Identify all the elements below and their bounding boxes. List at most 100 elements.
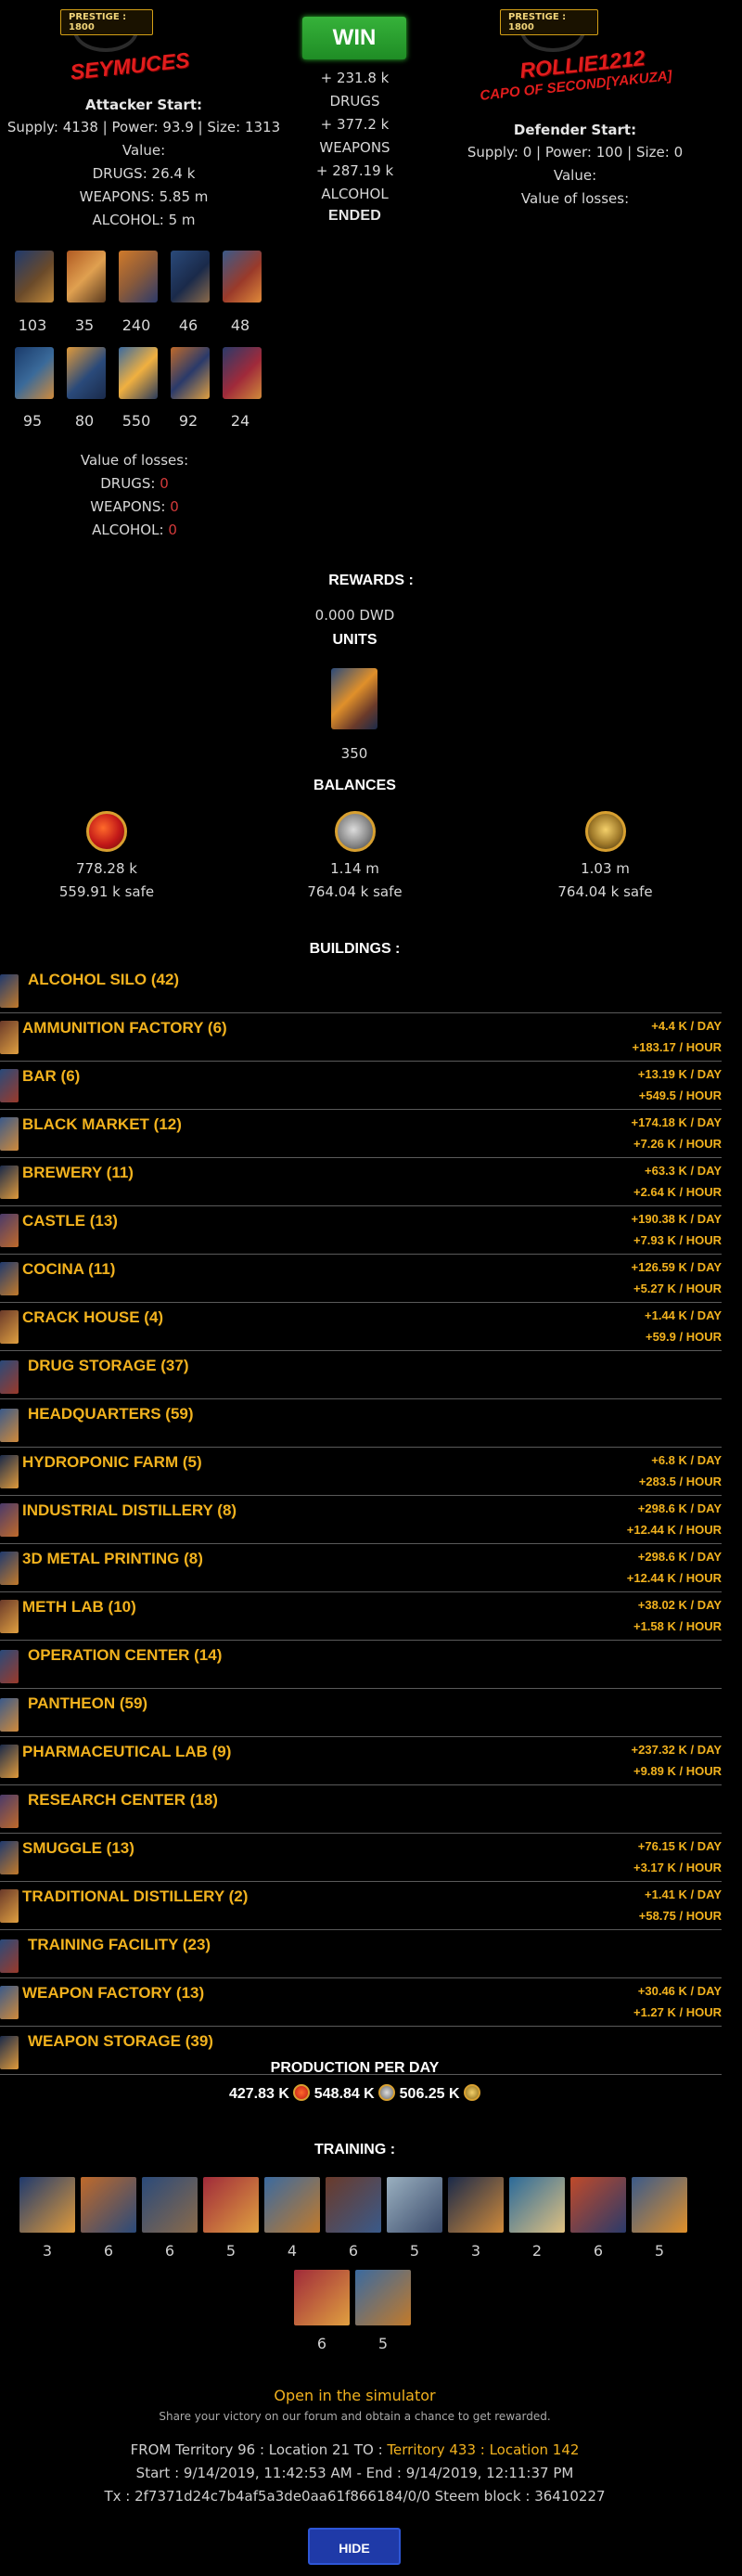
win-button[interactable]: WIN	[302, 17, 406, 59]
training-unit-card[interactable]	[448, 2177, 504, 2233]
building-row[interactable]: COCINA (11) +126.59 K / DAY +5.27 K / HOUR	[0, 1255, 722, 1303]
building-row[interactable]: PHARMACEUTICAL LAB (9) +237.32 K / DAY +9.…	[0, 1737, 722, 1785]
training-unit-count: 5	[377, 2335, 389, 2352]
building-row[interactable]: TRAINING FACILITY (23)	[0, 1930, 722, 1978]
attacker-value-drugs: DRUGS: 26.4 k	[92, 165, 196, 182]
building-name: WEAPON FACTORY (13)	[22, 1984, 205, 2002]
unit-card[interactable]	[223, 347, 262, 399]
building-name: CRACK HOUSE (4)	[22, 1308, 164, 1326]
unit-card[interactable]	[67, 251, 106, 303]
building-production: +126.59 K / DAY +5.27 K / HOUR	[632, 1256, 722, 1299]
building-name: BAR (6)	[22, 1067, 81, 1085]
building-name: BLACK MARKET (12)	[22, 1115, 182, 1133]
unit-card[interactable]	[171, 347, 210, 399]
building-row[interactable]: BLACK MARKET (12) +174.18 K / DAY +7.26 K …	[0, 1110, 722, 1158]
building-name: METH LAB (10)	[22, 1598, 136, 1616]
unit-card[interactable]	[15, 251, 54, 303]
building-name: SMUGGLE (13)	[22, 1839, 134, 1857]
building-row[interactable]: HEADQUARTERS (59)	[0, 1399, 722, 1448]
training-unit-card[interactable]	[509, 2177, 565, 2233]
training-unit-card[interactable]	[203, 2177, 259, 2233]
building-row[interactable]: INDUSTRIAL DISTILLERY (8) +298.6 K / DAY +…	[0, 1496, 722, 1544]
building-production: +38.02 K / DAY +1.58 K / HOUR	[633, 1594, 722, 1637]
building-thumbnail	[0, 1262, 19, 1295]
building-production: +237.32 K / DAY +9.89 K / HOUR	[632, 1739, 722, 1782]
balance-amount: 1.03 m	[581, 860, 630, 877]
building-row[interactable]: HYDROPONIC FARM (5) +6.8 K / DAY +283.5 / …	[0, 1448, 722, 1496]
training-unit-card[interactable]	[81, 2177, 136, 2233]
building-row[interactable]: WEAPON FACTORY (13) +30.46 K / DAY +1.27 K…	[0, 1978, 722, 2027]
building-row[interactable]: CASTLE (13) +190.38 K / DAY +7.93 K / HOUR	[0, 1206, 722, 1255]
training-unit-card[interactable]	[632, 2177, 687, 2233]
training-title: TRAINING :	[313, 2142, 396, 2157]
unit-card[interactable]	[223, 251, 262, 303]
reward-unit-count: 350	[340, 745, 368, 762]
building-row[interactable]: METH LAB (10) +38.02 K / DAY +1.58 K / HOU…	[0, 1592, 722, 1641]
production-per-hour: +58.75 / HOUR	[638, 1909, 722, 1923]
training-unit-card[interactable]	[142, 2177, 198, 2233]
training-unit-card[interactable]	[570, 2177, 626, 2233]
building-production: +4.4 K / DAY +183.17 / HOUR	[633, 1015, 722, 1058]
training-unit-card[interactable]	[387, 2177, 442, 2233]
unit-card[interactable]	[119, 347, 158, 399]
building-row[interactable]: 3D METAL PRINTING (8) +298.6 K / DAY +12.4…	[0, 1544, 722, 1592]
building-production: +1.41 K / DAY +58.75 / HOUR	[639, 1884, 722, 1926]
building-row[interactable]: BREWERY (11) +63.3 K / DAY +2.64 K / HOUR	[0, 1158, 722, 1206]
building-thumbnail	[0, 1795, 19, 1828]
route-line: FROM Territory 96 : Location 21 TO : Ter…	[0, 2441, 710, 2458]
training-unit-card[interactable]	[294, 2270, 350, 2325]
building-row[interactable]: CRACK HOUSE (4) +1.44 K / DAY +59.9 / HOUR	[0, 1303, 722, 1351]
simulator-link[interactable]: Open in the simulator	[0, 2387, 710, 2404]
training-unit-card[interactable]	[326, 2177, 381, 2233]
building-thumbnail	[0, 1939, 19, 1973]
building-row[interactable]: TRADITIONAL DISTILLERY (2) +1.41 K / DAY +…	[0, 1882, 722, 1930]
building-name: DRUG STORAGE (37)	[28, 1357, 189, 1374]
training-unit-count: 5	[409, 2242, 420, 2260]
building-row[interactable]: DRUG STORAGE (37)	[0, 1351, 722, 1399]
route-to[interactable]: Territory 433 : Location 142	[387, 2441, 579, 2458]
building-name: TRADITIONAL DISTILLERY (2)	[22, 1887, 249, 1905]
production-per-day: +30.46 K / DAY	[637, 1984, 722, 1998]
building-thumbnail	[0, 1650, 19, 1683]
production-per-day: +6.8 K / DAY	[651, 1453, 722, 1467]
building-thumbnail	[0, 1117, 19, 1151]
hide-details-button[interactable]: HIDE DETAILS	[308, 2528, 401, 2565]
building-thumbnail	[0, 1745, 19, 1778]
building-row[interactable]: PANTHEON (59)	[0, 1689, 722, 1737]
building-row[interactable]: RESEARCH CENTER (18)	[0, 1785, 722, 1834]
production-per-day: +298.6 K / DAY	[637, 1501, 722, 1515]
attacker-units-row2-counts: 95 80 550 92 24	[5, 412, 274, 434]
share-text: Share your victory on our forum and obta…	[159, 2410, 551, 2423]
production-per-day: +38.02 K / DAY	[637, 1598, 722, 1612]
building-name: INDUSTRIAL DISTILLERY (8)	[22, 1501, 237, 1519]
production-per-day: +174.18 K / DAY	[631, 1115, 722, 1129]
unit-count: 48	[230, 316, 250, 334]
production-title: PRODUCTION PER DAY	[270, 2060, 440, 2076]
route-from: FROM Territory 96 : Location 21 TO :	[130, 2441, 388, 2458]
building-row[interactable]: SMUGGLE (13) +76.15 K / DAY +3.17 K / HOUR	[0, 1834, 722, 1882]
reward-unit-card[interactable]	[331, 668, 377, 729]
alcohol-icon	[464, 2084, 481, 2101]
unit-card[interactable]	[67, 347, 106, 399]
training-unit-count: 6	[103, 2242, 114, 2260]
building-row[interactable]: BAR (6) +13.19 K / DAY +549.5 / HOUR	[0, 1062, 722, 1110]
building-thumbnail	[0, 1166, 19, 1199]
training-unit-card[interactable]	[19, 2177, 75, 2233]
unit-count: 95	[22, 412, 43, 430]
building-production: +76.15 K / DAY +3.17 K / HOUR	[633, 1835, 722, 1878]
building-thumbnail	[0, 1986, 19, 2019]
unit-card[interactable]	[171, 251, 210, 303]
production-per-hour: +2.64 K / HOUR	[633, 1185, 722, 1199]
training-unit-card[interactable]	[264, 2177, 320, 2233]
unit-card[interactable]	[119, 251, 158, 303]
attacker-stats: Supply: 4138 | Power: 93.9 | Size: 1313	[6, 119, 281, 135]
building-row[interactable]: OPERATION CENTER (14)	[0, 1641, 722, 1689]
building-thumbnail	[0, 1503, 19, 1537]
building-row[interactable]: AMMUNITION FACTORY (6) +4.4 K / DAY +183.1…	[0, 1013, 722, 1062]
unit-card[interactable]	[15, 347, 54, 399]
building-production: +190.38 K / DAY +7.93 K / HOUR	[632, 1208, 722, 1251]
defender-prestige: PRESTIGE : 1800	[500, 9, 598, 35]
building-row[interactable]: ALCOHOL SILO (42)	[0, 965, 722, 1013]
training-unit-card[interactable]	[355, 2270, 411, 2325]
alcohol-icon	[584, 811, 626, 852]
